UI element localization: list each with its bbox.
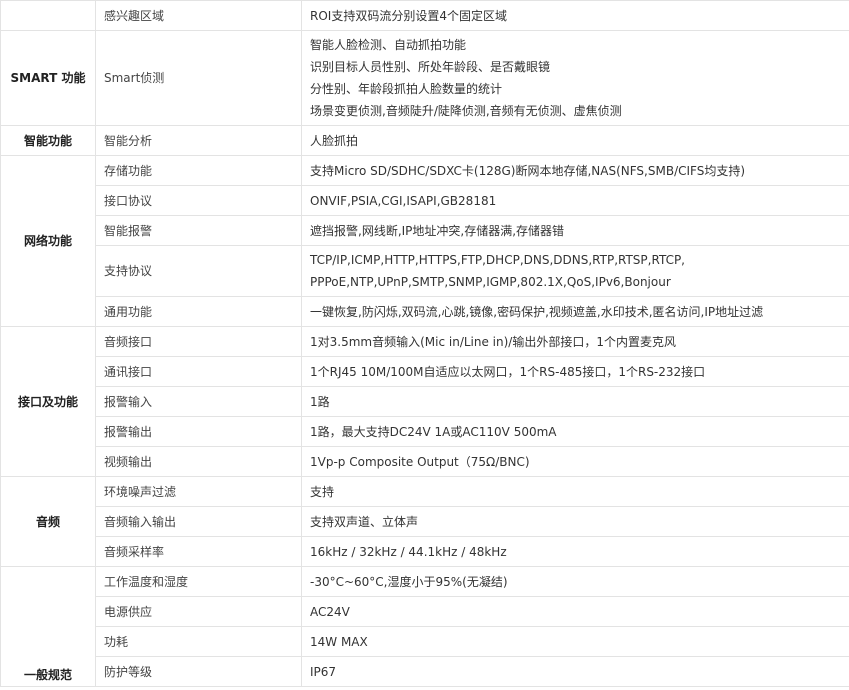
spec-item-label: Smart侦测 bbox=[95, 30, 302, 126]
spec-value-cell: 1个RJ45 10M/100M自适应以太网口，1个RS-485接口，1个RS-2… bbox=[301, 356, 849, 387]
spec-value-line: 1路，最大支持DC24V 1A或AC110V 500mA bbox=[310, 424, 557, 439]
spec-value-cell: 支持 bbox=[301, 476, 849, 507]
spec-value-cell: 1Vp-p Composite Output（75Ω/BNC) bbox=[301, 446, 849, 477]
table-row: 音频输入输出 支持双声道、立体声 bbox=[1, 506, 849, 537]
spec-value-cell: 支持双声道、立体声 bbox=[301, 506, 849, 537]
spec-value-line: 1对3.5mm音频输入(Mic in/Line in)/输出外部接口，1个内置麦… bbox=[310, 334, 676, 349]
spec-item-label: 报警输入 bbox=[95, 386, 302, 417]
table-row: 音频 环境噪声过滤 支持 bbox=[0, 476, 849, 567]
table-row: 电源供应 AC24V bbox=[1, 596, 849, 627]
spec-item-label: 防护等级 bbox=[95, 656, 302, 687]
table-row: 通讯接口 1个RJ45 10M/100M自适应以太网口，1个RS-485接口，1个… bbox=[1, 356, 849, 387]
table-row: 视频输出 1Vp-p Composite Output（75Ω/BNC) bbox=[1, 446, 849, 477]
spec-value-cell: IP67 bbox=[301, 656, 849, 687]
table-row: 通用功能 一键恢复,防闪烁,双码流,心跳,镜像,密码保护,视频遮盖,水印技术,匿名… bbox=[1, 296, 849, 327]
table-row: 支持协议 TCP/IP,ICMP,HTTP,HTTPS,FTP,DHCP,DNS,… bbox=[1, 245, 849, 297]
table-row: 防护等级 IP67 bbox=[1, 656, 849, 687]
table-row: 网络功能 存储功能 支持Micro SD/SDHC/SDXC卡(128G)断网本地存… bbox=[0, 155, 849, 327]
table-row: 一般规范 工作温度和湿度 -30°C~60°C,湿度小于95%(无凝结) bbox=[0, 566, 849, 687]
spec-value-line: TCP/IP,ICMP,HTTP,HTTPS,FTP,DHCP,DNS,DDNS… bbox=[310, 253, 685, 267]
spec-item-label: 智能分析 bbox=[95, 125, 302, 156]
spec-value-line: IP67 bbox=[310, 664, 337, 679]
spec-value-line: 人脸抓拍 bbox=[310, 133, 359, 148]
spec-value-line: 遮挡报警,网线断,IP地址冲突,存储器满,存储器错 bbox=[310, 223, 565, 238]
spec-value-line: 1Vp-p Composite Output（75Ω/BNC) bbox=[310, 454, 530, 469]
spec-value-line: 支持 bbox=[310, 484, 335, 499]
spec-item-label: 感兴趣区域 bbox=[95, 0, 302, 31]
spec-value-cell: 14W MAX bbox=[301, 626, 849, 657]
spec-item-label: 电源供应 bbox=[95, 596, 302, 627]
table-row: 感兴趣区域 ROI支持双码流分别设置4个固定区域 bbox=[0, 0, 849, 31]
category-cell bbox=[0, 0, 96, 31]
spec-value-cell: 16kHz / 32kHz / 44.1kHz / 48kHz bbox=[301, 536, 849, 567]
category-cell: 网络功能 bbox=[0, 155, 96, 327]
spec-value-line: -30°C~60°C,湿度小于95%(无凝结) bbox=[310, 574, 508, 589]
spec-item-label: 存储功能 bbox=[95, 155, 302, 186]
spec-value-cell: 1路 bbox=[301, 386, 849, 417]
table-row: SMART 功能 Smart侦测 智能人脸检测、自动抓拍功能识别目标人员性别、所处年… bbox=[0, 30, 849, 126]
spec-value-line: 14W MAX bbox=[310, 634, 368, 649]
spec-value-cell: 支持Micro SD/SDHC/SDXC卡(128G)断网本地存储,NAS(NF… bbox=[301, 155, 849, 186]
spec-item-label: 功耗 bbox=[95, 626, 302, 657]
spec-value-line: PPPoE,NTP,UPnP,SMTP,SNMP,IGMP,802.1X,QoS… bbox=[310, 275, 671, 289]
spec-value-line: 一键恢复,防闪烁,双码流,心跳,镜像,密码保护,视频遮盖,水印技术,匿名访问,I… bbox=[310, 304, 764, 319]
spec-value-line: 识别目标人员性别、所处年龄段、是否戴眼镜 bbox=[310, 60, 551, 74]
spec-item-label: 智能报警 bbox=[95, 215, 302, 246]
spec-value-line: 分性别、年龄段抓拍人脸数量的统计 bbox=[310, 82, 503, 96]
table-row: 智能报警 遮挡报警,网线断,IP地址冲突,存储器满,存储器错 bbox=[1, 215, 849, 246]
spec-table-body: 感兴趣区域 ROI支持双码流分别设置4个固定区域 SMART 功能 Smart侦测 智能… bbox=[0, 0, 849, 687]
spec-value-line: 智能人脸检测、自动抓拍功能 bbox=[310, 38, 467, 52]
spec-value-line: ROI支持双码流分别设置4个固定区域 bbox=[310, 8, 507, 23]
spec-item-label: 环境噪声过滤 bbox=[95, 476, 302, 507]
spec-item-label: 通讯接口 bbox=[95, 356, 302, 387]
table-row: 智能功能 智能分析 人脸抓拍 bbox=[0, 125, 849, 156]
spec-value-line: 16kHz / 32kHz / 44.1kHz / 48kHz bbox=[310, 544, 507, 559]
spec-value-line: 1路 bbox=[310, 394, 330, 409]
table-row: 功耗 14W MAX bbox=[1, 626, 849, 657]
table-row: 接口及功能 音频接口 1对3.5mm音频输入(Mic in/Line in)/输出外… bbox=[0, 326, 849, 477]
spec-item-label: 报警输出 bbox=[95, 416, 302, 447]
spec-value-line: 1个RJ45 10M/100M自适应以太网口，1个RS-485接口，1个RS-2… bbox=[310, 364, 706, 379]
category-cell: 一般规范 bbox=[0, 566, 96, 687]
spec-value-line: 场景变更侦测,音频陡升/陡降侦测,音频有无侦测、虚焦侦测 bbox=[310, 104, 622, 118]
spec-value-line: AC24V bbox=[310, 604, 350, 619]
category-cell: 音频 bbox=[0, 476, 96, 567]
spec-item-label: 通用功能 bbox=[95, 296, 302, 327]
spec-item-label: 工作温度和湿度 bbox=[95, 566, 302, 597]
spec-item-label: 音频输入输出 bbox=[95, 506, 302, 537]
table-row: 报警输入 1路 bbox=[1, 386, 849, 417]
spec-value-cell: 人脸抓拍 bbox=[301, 125, 849, 156]
spec-value-cell: ONVIF,PSIA,CGI,ISAPI,GB28181 bbox=[301, 185, 849, 216]
spec-item-label: 支持协议 bbox=[95, 245, 302, 297]
spec-value-line: 支持Micro SD/SDHC/SDXC卡(128G)断网本地存储,NAS(NF… bbox=[310, 163, 746, 178]
spec-value-cell: 智能人脸检测、自动抓拍功能识别目标人员性别、所处年龄段、是否戴眼镜 分性别、年龄段… bbox=[301, 30, 849, 126]
spec-item-label: 接口协议 bbox=[95, 185, 302, 216]
spec-value-line: ONVIF,PSIA,CGI,ISAPI,GB28181 bbox=[310, 193, 497, 208]
table-row: 音频采样率 16kHz / 32kHz / 44.1kHz / 48kHz bbox=[1, 536, 849, 567]
table-row: 接口协议 ONVIF,PSIA,CGI,ISAPI,GB28181 bbox=[1, 185, 849, 216]
spec-value-cell: AC24V bbox=[301, 596, 849, 627]
spec-item-label: 视频输出 bbox=[95, 446, 302, 477]
spec-value-cell: 一键恢复,防闪烁,双码流,心跳,镜像,密码保护,视频遮盖,水印技术,匿名访问,I… bbox=[301, 296, 849, 327]
spec-value-cell: TCP/IP,ICMP,HTTP,HTTPS,FTP,DHCP,DNS,DDNS… bbox=[301, 245, 849, 297]
spec-item-label: 音频接口 bbox=[95, 326, 302, 357]
category-cell: SMART 功能 bbox=[0, 30, 96, 126]
spec-value-line: 支持双声道、立体声 bbox=[310, 514, 419, 529]
category-cell: 接口及功能 bbox=[0, 326, 96, 477]
table-row: 报警输出 1路，最大支持DC24V 1A或AC110V 500mA bbox=[1, 416, 849, 447]
spec-value-cell: 1对3.5mm音频输入(Mic in/Line in)/输出外部接口，1个内置麦… bbox=[301, 326, 849, 357]
spec-value-cell: ROI支持双码流分别设置4个固定区域 bbox=[301, 0, 849, 31]
spec-table: 感兴趣区域 ROI支持双码流分别设置4个固定区域 SMART 功能 Smart侦测 智能… bbox=[0, 0, 849, 687]
spec-value-cell: -30°C~60°C,湿度小于95%(无凝结) bbox=[301, 566, 849, 597]
category-cell: 智能功能 bbox=[0, 125, 96, 156]
spec-item-label: 音频采样率 bbox=[95, 536, 302, 567]
spec-value-cell: 遮挡报警,网线断,IP地址冲突,存储器满,存储器错 bbox=[301, 215, 849, 246]
spec-value-cell: 1路，最大支持DC24V 1A或AC110V 500mA bbox=[301, 416, 849, 447]
